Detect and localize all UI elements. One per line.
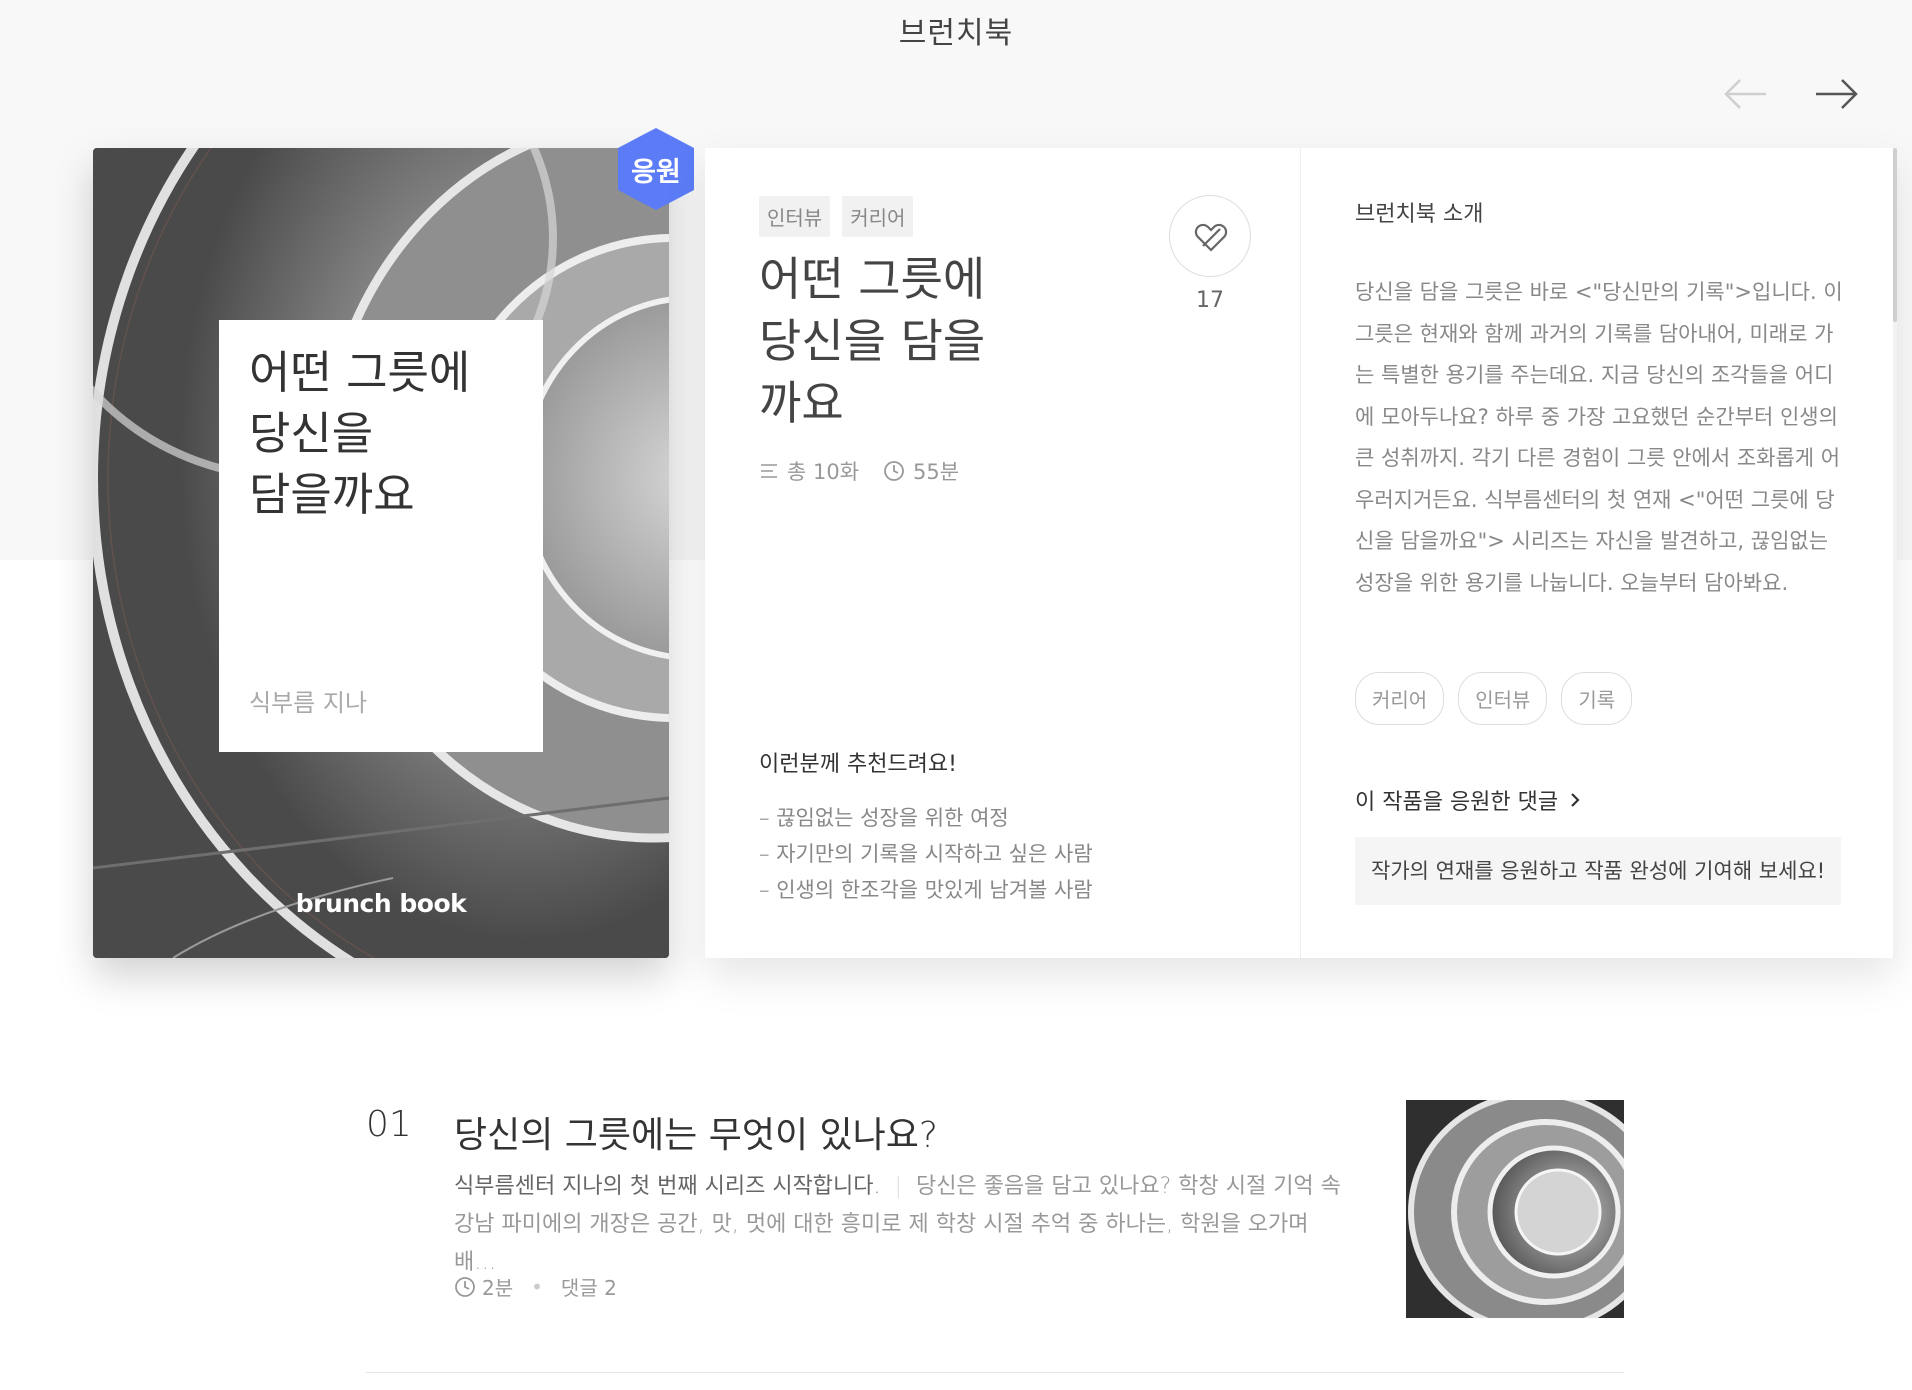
recommend-item: 인생의 한조각을 맛있게 남겨볼 사람 — [759, 872, 1093, 908]
brunch-book-logo: brunch book — [295, 889, 467, 918]
heart-icon — [1194, 223, 1228, 252]
intro-label: 브런치북 소개 — [1355, 202, 1484, 227]
cover-title-card: 어떤 그릇에 당신을 담을까요 식부름 지나 — [219, 320, 543, 752]
article-comments: 댓글 2 — [560, 1276, 617, 1300]
article-number: 01 — [366, 1104, 412, 1145]
arrow-right-icon — [1816, 79, 1858, 109]
category-chip[interactable]: 인터뷰 — [759, 196, 831, 237]
prev-arrow-button[interactable] — [1722, 72, 1770, 116]
intro-text: 당신을 담을 그릇은 바로 <"당신만의 기록">입니다. 이 그릇은 현재와 … — [1355, 280, 1843, 595]
category-chips: 인터뷰 커리어 — [759, 196, 914, 237]
list-icon — [761, 464, 777, 478]
book-cover[interactable]: 어떤 그릇에 당신을 담을까요 식부름 지나 brunch book — [93, 148, 669, 958]
support-comments-label: 이 작품을 응원한 댓글 — [1355, 790, 1559, 815]
support-prompt[interactable]: 작가의 연재를 응원하고 작품 완성에 기여해 보세요! — [1355, 837, 1841, 905]
recommend-item: 끊임없는 성장을 위한 여정 — [759, 800, 1093, 836]
scrollbar-thumb[interactable] — [1893, 148, 1897, 322]
support-badge[interactable]: 응원 — [614, 126, 698, 212]
keyword-tag[interactable]: 기록 — [1561, 672, 1633, 725]
keyword-tags: 커리어 인터뷰 기록 — [1355, 672, 1633, 725]
recommend-item: 자기만의 기록을 시작하고 싶은 사람 — [759, 836, 1093, 872]
bowls-thumbnail-image — [1406, 1100, 1624, 1318]
like-count: 17 — [1196, 288, 1224, 313]
episode-count: 총 10화 — [787, 460, 860, 484]
article-item[interactable]: 01 당신의 그릇에는 무엇이 있나요? 식부름센터 지나의 첫 번째 시리즈 … — [366, 1096, 1624, 1376]
support-comments-link[interactable]: 이 작품을 응원한 댓글 — [1355, 784, 1582, 816]
excerpt-separator: | — [894, 1174, 902, 1199]
clock-icon — [455, 1276, 475, 1297]
support-badge-label: 응원 — [631, 157, 681, 188]
keyword-tag[interactable]: 인터뷰 — [1458, 672, 1548, 725]
article-divider — [366, 1372, 1624, 1373]
category-chip[interactable]: 커리어 — [842, 196, 914, 237]
arrow-left-icon — [1724, 79, 1766, 109]
chevron-right-icon — [1571, 793, 1580, 807]
recommend-list: 끊임없는 성장을 위한 여정 자기만의 기록을 시작하고 싶은 사람 인생의 한… — [759, 800, 1093, 908]
meta-dot: • — [531, 1274, 543, 1299]
article-lead: 식부름센터 지나의 첫 번째 시리즈 시작합니다. — [454, 1174, 881, 1199]
book-introduction: 브런치북 소개 당신을 담을 그릇은 바로 <"당신만의 기록">입니다. 이 … — [1301, 148, 1895, 958]
book-summary: 인터뷰 커리어 어떤 그릇에 당신을 담을 까요 17 총 10화 55분 이런… — [705, 148, 1300, 958]
reading-time: 55분 — [913, 460, 960, 484]
page-title: 브런치북 — [898, 16, 1014, 51]
clock-icon — [884, 461, 904, 481]
article-excerpt: 식부름센터 지나의 첫 번째 시리즈 시작합니다. | 당신은 좋음을 담고 있나요… — [454, 1168, 1354, 1282]
cover-author: 식부름 지나 — [249, 689, 368, 717]
recommend-title: 이런분께 추천드려요! — [759, 752, 957, 777]
book-info-panel: 인터뷰 커리어 어떤 그릇에 당신을 담을 까요 17 총 10화 55분 이런… — [705, 148, 1897, 958]
article-meta: 2분 • 댓글 2 — [454, 1272, 617, 1301]
keyword-tag[interactable]: 커리어 — [1355, 672, 1445, 725]
book-title: 어떤 그릇에 당신을 담을 까요 — [759, 252, 986, 430]
like-button[interactable] — [1169, 195, 1251, 277]
cover-title: 어떤 그릇에 당신을 담을까요 — [249, 346, 471, 521]
article-thumbnail[interactable] — [1406, 1100, 1624, 1318]
book-meta: 총 10화 55분 — [759, 456, 959, 486]
article-read-time: 2분 — [482, 1276, 514, 1300]
next-arrow-button[interactable] — [1812, 72, 1860, 116]
article-title[interactable]: 당신의 그릇에는 무엇이 있나요? — [454, 1106, 938, 1158]
